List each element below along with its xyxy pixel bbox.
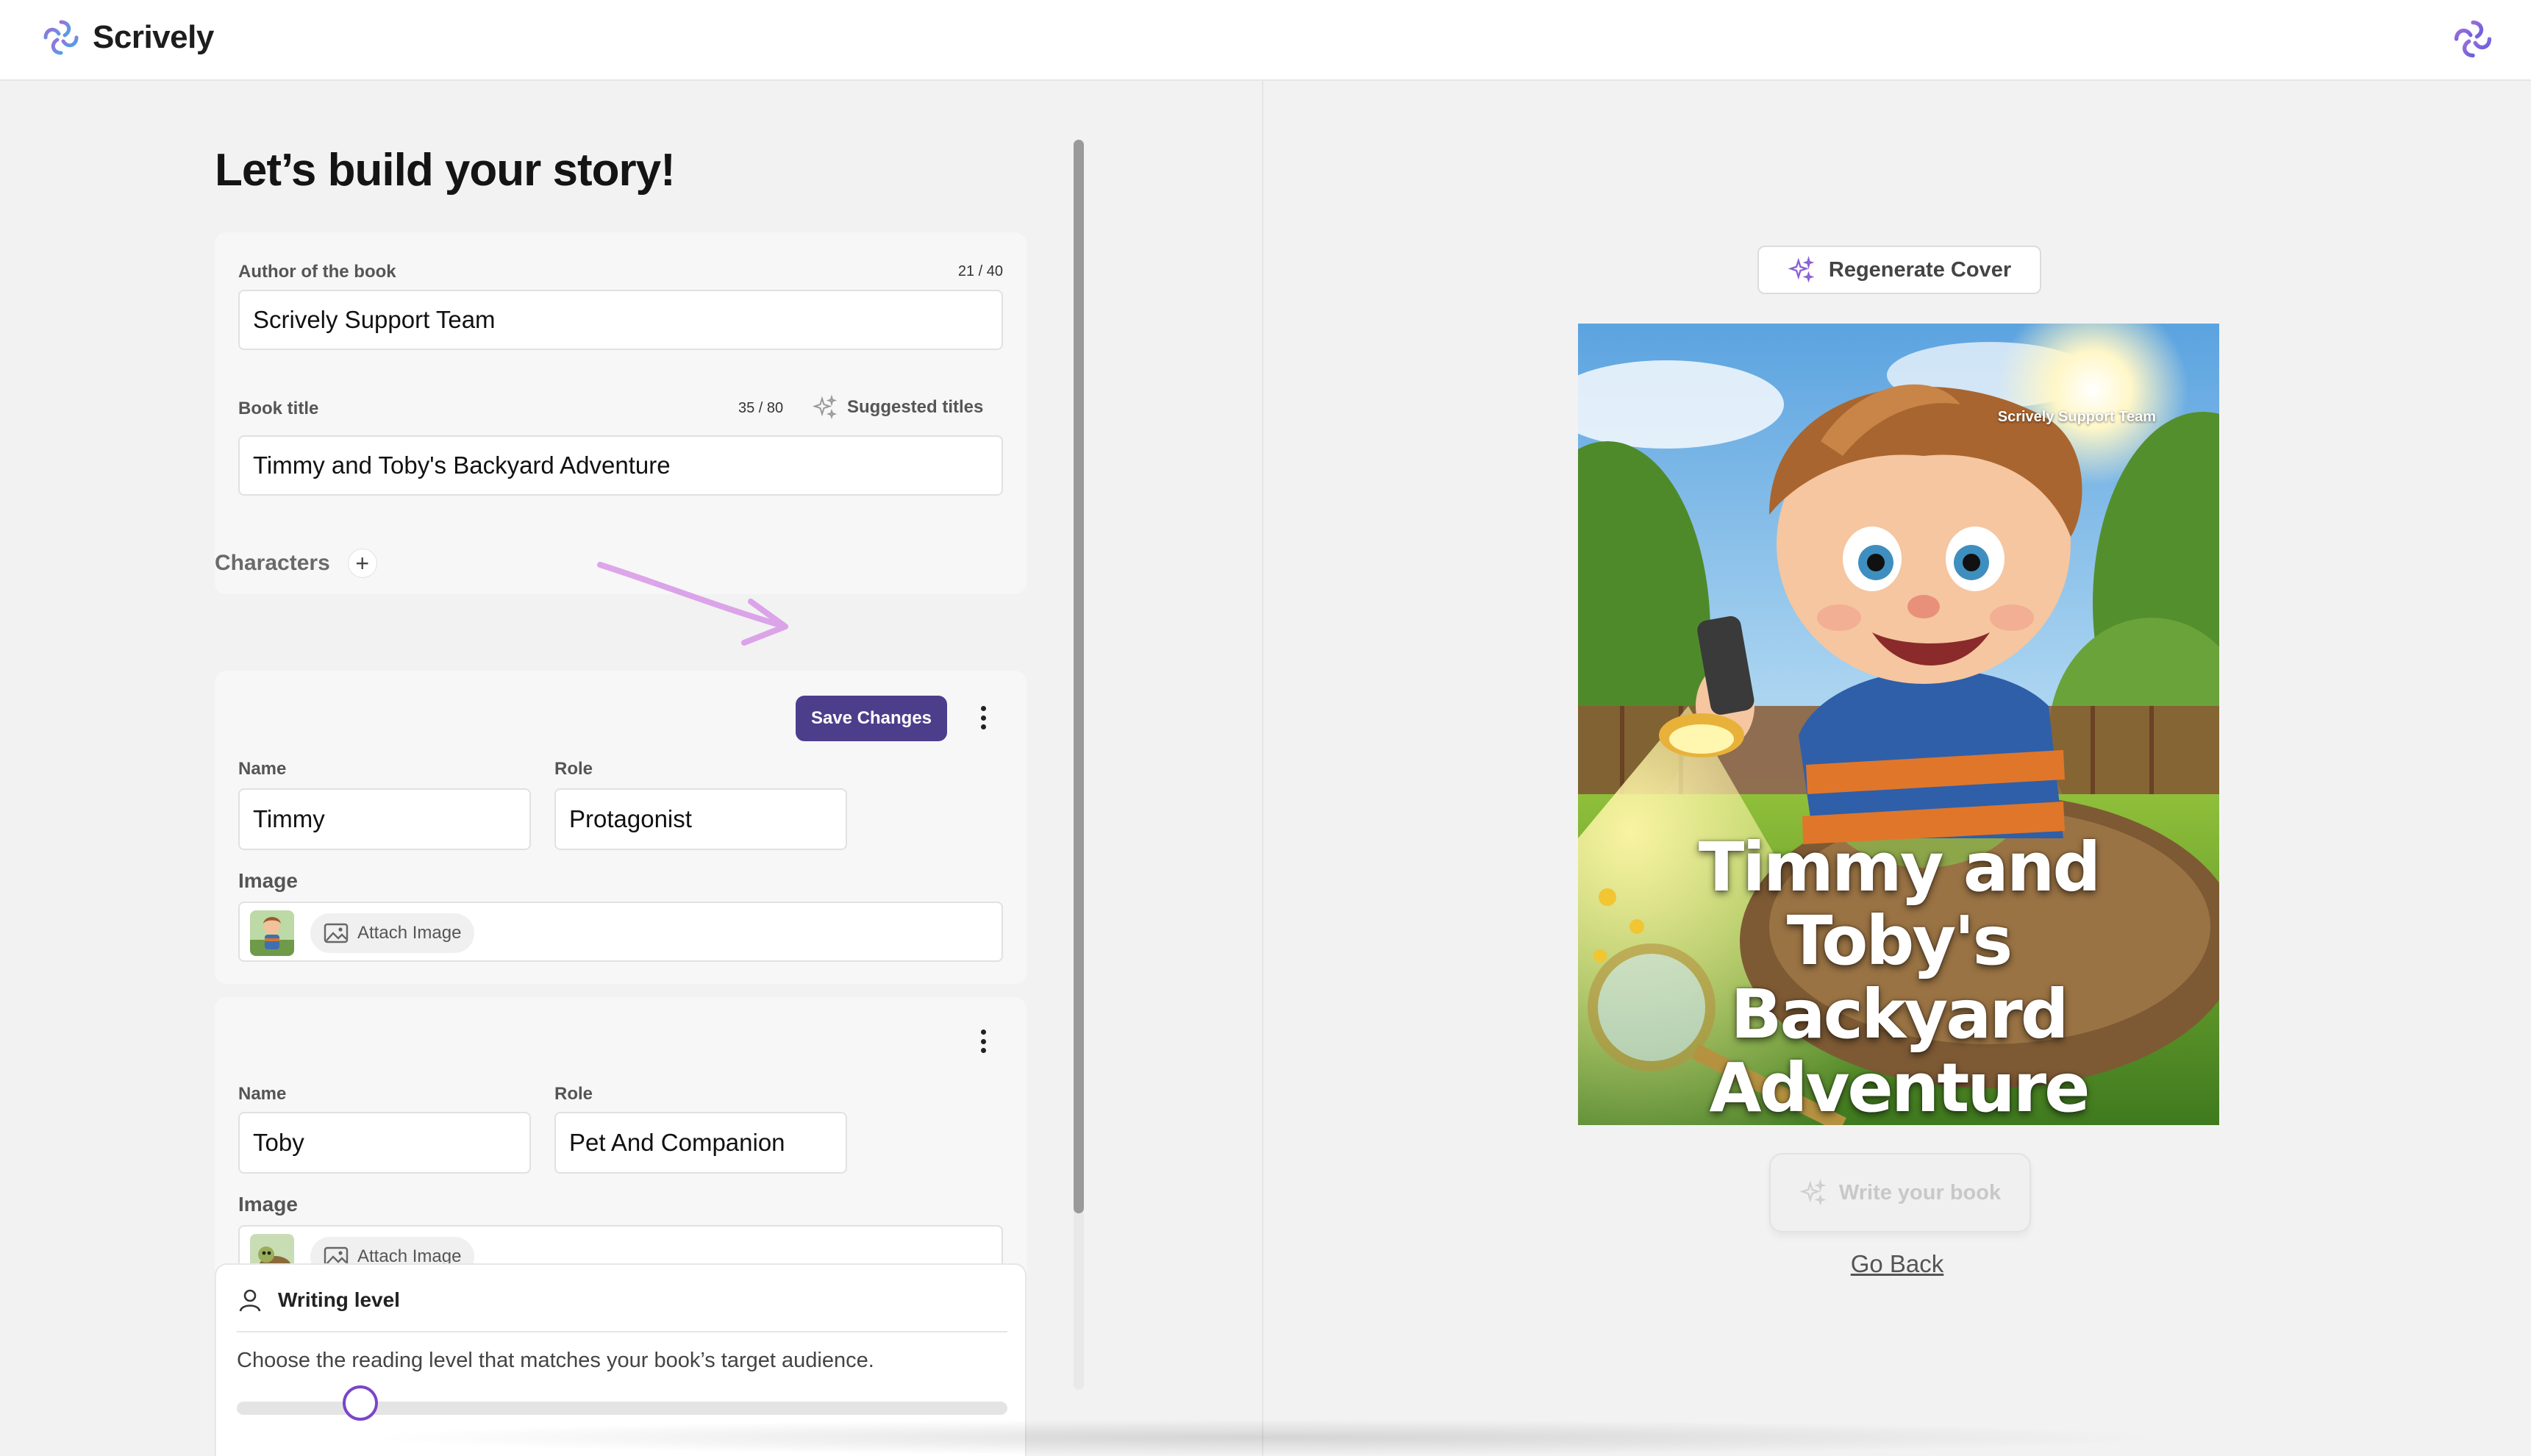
account-logo[interactable] [2450, 16, 2496, 65]
characters-label: Characters [215, 551, 330, 575]
character-card: Save Changes Name Timmy Role Protagonist… [215, 671, 1027, 984]
character-card: Name Toby Role Pet And Companion Image A… [215, 997, 1027, 1309]
character-image-field: Attach Image [238, 902, 1003, 962]
image-label: Image [238, 1193, 298, 1216]
book-title-input[interactable]: Timmy and Toby's Backyard Adventure [238, 435, 1003, 496]
scrollbar-thumb[interactable] [1074, 140, 1084, 1213]
image-icon [324, 923, 349, 943]
attach-image-button[interactable]: Attach Image [310, 913, 475, 953]
character-name-input[interactable]: Timmy [238, 788, 531, 850]
scrively-logo-icon [2454, 20, 2492, 58]
plus-icon: + [355, 549, 370, 577]
character-name-input[interactable]: Toby [238, 1112, 531, 1174]
author-label: Author of the book [238, 262, 396, 282]
role-label: Role [554, 1084, 593, 1104]
scrively-logo-icon [43, 20, 79, 55]
writing-level-slider-handle[interactable] [342, 1385, 378, 1421]
brand[interactable]: Scrively [40, 16, 214, 59]
go-back-link[interactable]: Go Back [1263, 1250, 2531, 1278]
suggested-titles-label: Suggested titles [847, 397, 984, 417]
cover-title-line: Backyard [1730, 975, 2068, 1054]
write-your-book-button[interactable]: Write your book [1769, 1153, 2031, 1232]
cover-preview-panel: Regenerate Cover Timmy and Toby's Backya… [1263, 81, 2531, 1456]
cover-author: Scrively Support Team [1997, 409, 2156, 425]
page-title: Let’s build your story! [215, 145, 676, 196]
characters-heading: Characters + [215, 549, 377, 578]
sparkle-icon [1788, 256, 1815, 283]
top-bar: Scrively [0, 0, 2531, 81]
divider [237, 1331, 1007, 1332]
save-changes-button[interactable]: Save Changes [796, 696, 947, 741]
add-character-button[interactable]: + [347, 549, 377, 578]
author-counter: 21 / 40 [957, 263, 1003, 279]
app-name: Scrively [93, 19, 214, 55]
more-options-icon[interactable] [972, 703, 994, 732]
character-avatar[interactable] [250, 910, 294, 956]
cover-title: Timmy and Toby's Backyard Adventure [1578, 831, 2219, 1125]
name-label: Name [238, 1084, 287, 1104]
story-form-panel: Let’s build your story! Author of the bo… [0, 81, 1262, 1456]
writing-level-title: Writing level [278, 1288, 400, 1311]
write-your-book-label: Write your book [1838, 1180, 2002, 1205]
cover-title-line: Adventure [1709, 1049, 2090, 1125]
sparkle-icon [1799, 1179, 1827, 1206]
author-input[interactable]: Scrively Support Team [238, 290, 1003, 350]
bottom-shadow [353, 1419, 2177, 1456]
writing-level-header: Writing level [237, 1287, 400, 1313]
character-role-input[interactable]: Pet And Companion [554, 1112, 847, 1174]
regenerate-cover-label: Regenerate Cover [1828, 257, 2012, 282]
attach-image-label: Attach Image [357, 923, 462, 943]
user-icon [239, 1289, 261, 1312]
name-label: Name [238, 759, 287, 779]
cover-title-line: Timmy and Toby's [1698, 828, 2101, 980]
book-info-card: Author of the book 21 / 40 Scrively Supp… [215, 232, 1027, 594]
character-role-input[interactable]: Protagonist [554, 788, 847, 850]
image-label: Image [238, 869, 298, 892]
more-options-icon[interactable] [972, 1027, 994, 1056]
book-cover-image: Timmy and Toby's Backyard Adventure Scri… [1578, 324, 2219, 1125]
book-title-counter: 35 / 80 [738, 400, 784, 416]
role-label: Role [554, 759, 593, 779]
suggested-titles-button[interactable]: Suggested titles [812, 394, 983, 421]
book-title-label: Book title [238, 399, 319, 418]
annotation-arrow-icon [597, 562, 788, 646]
regenerate-cover-button[interactable]: Regenerate Cover [1757, 246, 2041, 294]
writing-level-description: Choose the reading level that matches yo… [237, 1349, 874, 1372]
go-back-label[interactable]: Go Back [1851, 1250, 1944, 1277]
sparkle-icon [812, 394, 838, 420]
